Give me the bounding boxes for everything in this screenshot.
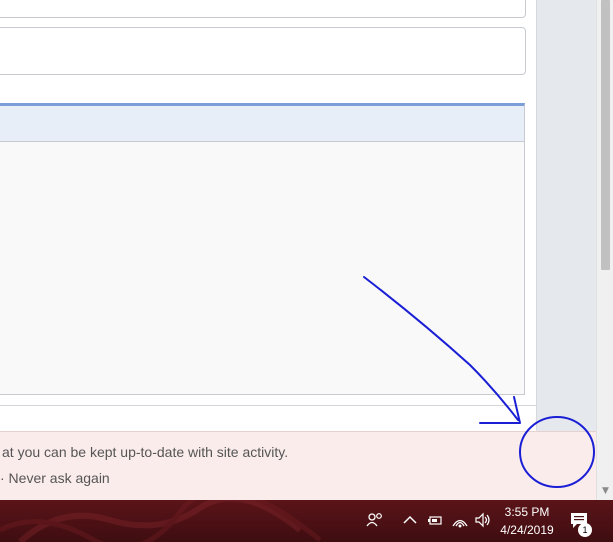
text-field-top[interactable] (0, 0, 526, 18)
web-page (0, 0, 537, 500)
chevron-up-icon[interactable] (402, 510, 418, 530)
volume-icon[interactable] (474, 510, 492, 530)
wifi-icon[interactable] (451, 510, 469, 530)
scroll-down-arrow-icon[interactable]: ▼ (600, 486, 611, 496)
content-panel (0, 0, 537, 432)
vertical-scrollbar[interactable]: ▼ (596, 0, 613, 500)
clock-time: 3:55 PM (504, 505, 550, 519)
clock-date: 4/24/2019 (500, 523, 554, 537)
card-header (0, 106, 524, 142)
taskbar-clock[interactable]: 3:55 PM 4/24/2019 (495, 503, 559, 539)
people-icon[interactable] (366, 510, 384, 530)
notification-message: at you can be kept up-to-date with site … (2, 444, 289, 460)
taskbar: 3:55 PM 4/24/2019 (0, 500, 613, 542)
footer-bar (0, 405, 536, 432)
notification-banner: at you can be kept up-to-date with site … (0, 431, 596, 501)
content-card (0, 103, 525, 395)
never-ask-again-link[interactable]: · Never ask again (0, 470, 110, 486)
text-field[interactable] (0, 27, 526, 75)
battery-icon[interactable] (426, 510, 444, 530)
notification-count-badge: 1 (578, 523, 592, 537)
wallpaper-texture (0, 500, 322, 542)
scroll-thumb[interactable] (601, 0, 610, 270)
